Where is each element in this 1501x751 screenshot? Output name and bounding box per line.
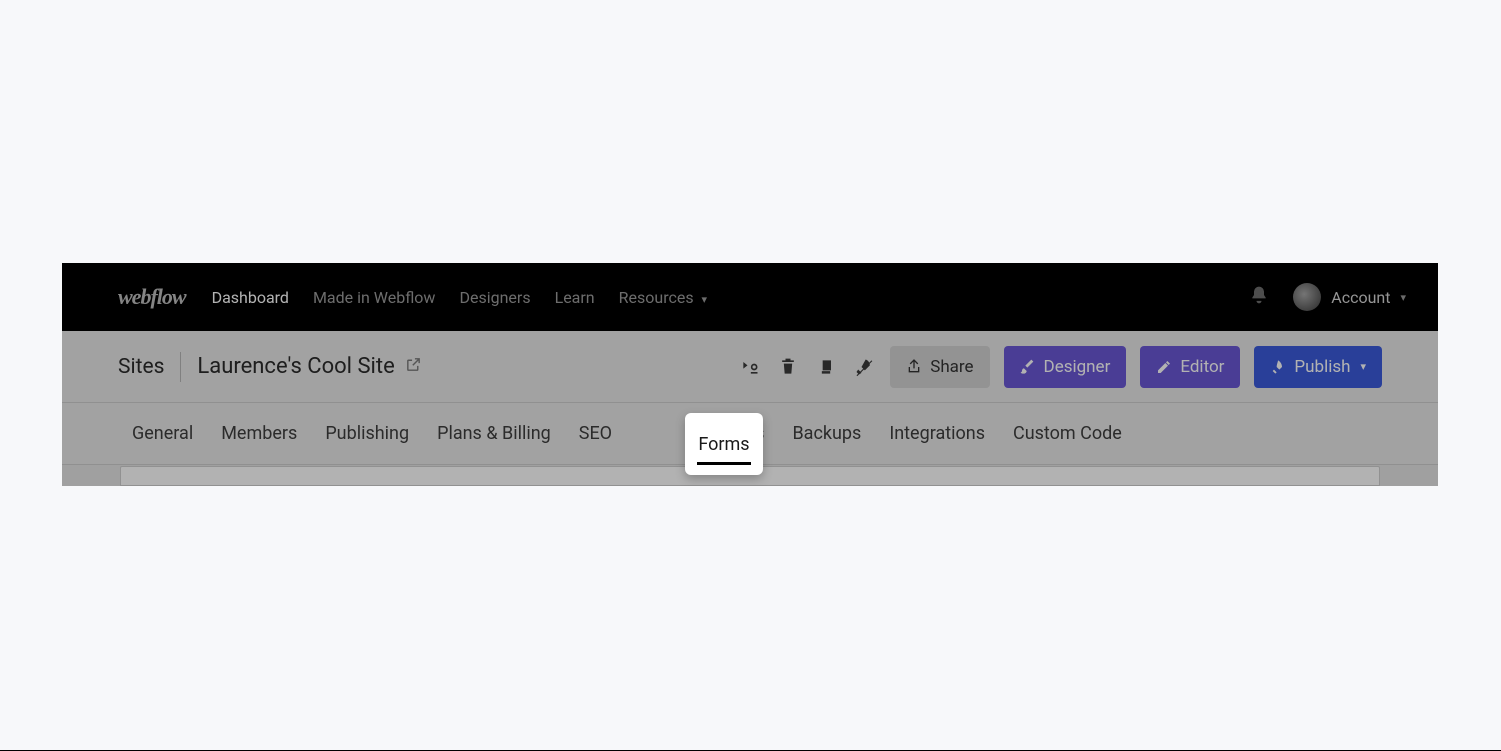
notifications-button[interactable] [1249,285,1269,309]
avatar [1293,283,1321,311]
tab-seo[interactable]: SEO [579,405,612,462]
account-menu[interactable]: Account ▾ [1293,283,1406,311]
delete-site-button[interactable] [776,355,800,379]
chevron-down-icon: ▾ [1360,360,1366,373]
external-link-button[interactable] [405,354,422,379]
site-header-actions: Share Designer Editor Publish ▾ [738,346,1382,388]
topbar-nav: Dashboard Made in Webflow Designers Lear… [212,288,708,307]
tab-plans-billing[interactable]: Plans & Billing [437,405,551,462]
nav-resources-label: Resources [619,288,694,307]
publish-label: Publish [1294,357,1350,377]
topbar-right: Account ▾ [1249,283,1406,311]
logo[interactable]: webflow [118,284,186,310]
external-link-icon [405,356,422,373]
editor-button[interactable]: Editor [1140,346,1240,388]
breadcrumb-root[interactable]: Sites [118,355,164,379]
tab-custom-code[interactable]: Custom Code [1013,405,1122,462]
site-name-text: Laurence's Cool Site [197,354,394,379]
tab-general[interactable]: General [132,405,193,462]
nav-learn[interactable]: Learn [555,288,595,307]
transfer-icon [740,357,760,377]
rocket-icon [1270,359,1286,375]
share-icon [906,359,922,375]
nav-dashboard[interactable]: Dashboard [212,288,289,307]
app-window: webflow Dashboard Made in Webflow Design… [62,263,1438,486]
tab-forms[interactable]: Forms [685,413,763,475]
chevron-down-icon: ▾ [702,293,708,306]
duplicate-site-button[interactable] [814,355,838,379]
tab-forms-label: Forms [698,434,749,455]
active-tab-underline [697,462,751,465]
designer-label: Designer [1044,357,1111,377]
trash-icon [778,357,798,377]
publish-button[interactable]: Publish ▾ [1254,346,1382,388]
brush-icon [1020,359,1036,375]
copy-icon [816,357,836,377]
chevron-down-icon: ▾ [1400,291,1406,304]
share-button[interactable]: Share [890,346,989,388]
designer-button[interactable]: Designer [1004,346,1127,388]
tab-publishing[interactable]: Publishing [325,405,409,462]
site-header: Sites Laurence's Cool Site Share [62,331,1438,403]
account-label: Account [1331,288,1390,307]
share-label: Share [930,357,973,377]
unpublish-button[interactable] [852,355,876,379]
nav-designers[interactable]: Designers [459,288,530,307]
rocket-slash-icon [854,357,874,377]
topbar: webflow Dashboard Made in Webflow Design… [62,263,1438,331]
editor-label: Editor [1180,357,1224,377]
tab-integrations[interactable]: Integrations [889,405,985,462]
pencil-icon [1156,359,1172,375]
nav-made-in-webflow[interactable]: Made in Webflow [313,288,436,307]
transfer-site-button[interactable] [738,355,762,379]
site-name: Laurence's Cool Site [197,354,421,379]
divider [180,352,181,382]
bell-icon [1249,285,1269,305]
tab-backups[interactable]: Backups [792,405,861,462]
tab-members[interactable]: Members [221,405,297,462]
nav-resources[interactable]: Resources ▾ [619,288,707,307]
